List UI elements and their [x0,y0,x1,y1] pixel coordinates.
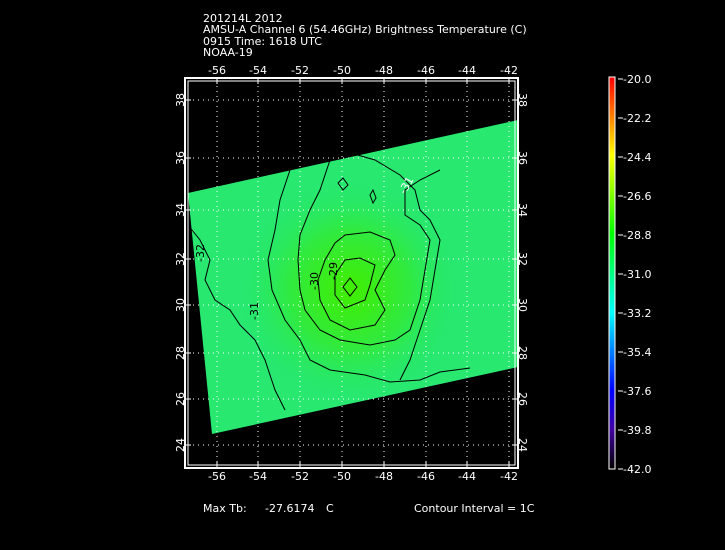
lon-tick-label: -54 [249,64,267,77]
contour-label: -29 [327,262,340,280]
lon-tick-label: -48 [375,470,393,483]
lon-tick-label: -50 [333,470,351,483]
max-tb-value: -27.6174 [265,502,315,515]
contour-label: -31 [248,302,261,320]
lon-tick-label: -50 [333,64,351,77]
max-tb-unit: C [326,502,334,515]
lat-tick-label: 36 [174,151,187,165]
lon-tick-label: -56 [208,64,226,77]
lat-tick-label: 28 [516,346,529,360]
lat-tick-label: 36 [516,151,529,165]
max-tb-label: Max Tb: [203,502,247,515]
lon-tick-label: -44 [458,470,476,483]
lon-tick-label: -48 [375,64,393,77]
lat-tick-label: 32 [516,252,529,266]
lat-tick-label: 30 [516,298,529,312]
colorbar-tick-label: -31.0 [623,268,651,281]
lat-tick-label: 28 [174,346,187,360]
lon-tick-label: -56 [208,470,226,483]
contour-label: -30 [308,272,321,290]
lon-tick-label: -54 [249,470,267,483]
colorbar-tick-label: -24.4 [623,151,651,164]
lon-tick-label: -52 [291,470,309,483]
colorbar-tick-label: -33.2 [623,307,651,320]
lat-tick-label: 24 [174,438,187,452]
lat-tick-label: 26 [516,392,529,406]
lon-tick-label: -46 [417,470,435,483]
lat-tick-label: 38 [174,93,187,107]
colorbar-tick-label: -39.8 [623,424,651,437]
contour-interval: Contour Interval = 1C [414,502,535,515]
lat-tick-label: 34 [516,203,529,217]
lon-tick-label: -42 [500,64,518,77]
colorbar-tick-label: -20.0 [623,73,651,86]
lat-tick-label: 24 [516,438,529,452]
lat-tick-label: 34 [174,203,187,217]
colorbar-tick-label: -35.4 [623,346,651,359]
swath-core [188,120,518,434]
colorbar-tick-label: -42.0 [623,463,651,476]
colorbar-tick-label: -37.6 [623,385,651,398]
map-plot: -31 -32 -31 -30 -29 -56-56-54-54-52-52-5… [174,64,651,483]
colorbar-tick-label: -28.8 [623,229,651,242]
colorbar-tick-label: -22.2 [623,112,651,125]
lon-tick-label: -46 [417,64,435,77]
lon-tick-label: -42 [500,470,518,483]
lat-tick-label: 38 [516,93,529,107]
colorbar: -20.0 -22.2 -24.4 -26.6 -28.8 -31.0 -33.2 -35.4… [608,73,651,476]
lon-tick-label: -52 [291,64,309,77]
colorbar-tick-label: -26.6 [623,190,651,203]
lat-tick-label: 26 [174,392,187,406]
lon-tick-label: -44 [458,64,476,77]
contour-label: -32 [194,244,207,262]
lat-tick-label: 32 [174,252,187,266]
lat-tick-label: 30 [174,298,187,312]
